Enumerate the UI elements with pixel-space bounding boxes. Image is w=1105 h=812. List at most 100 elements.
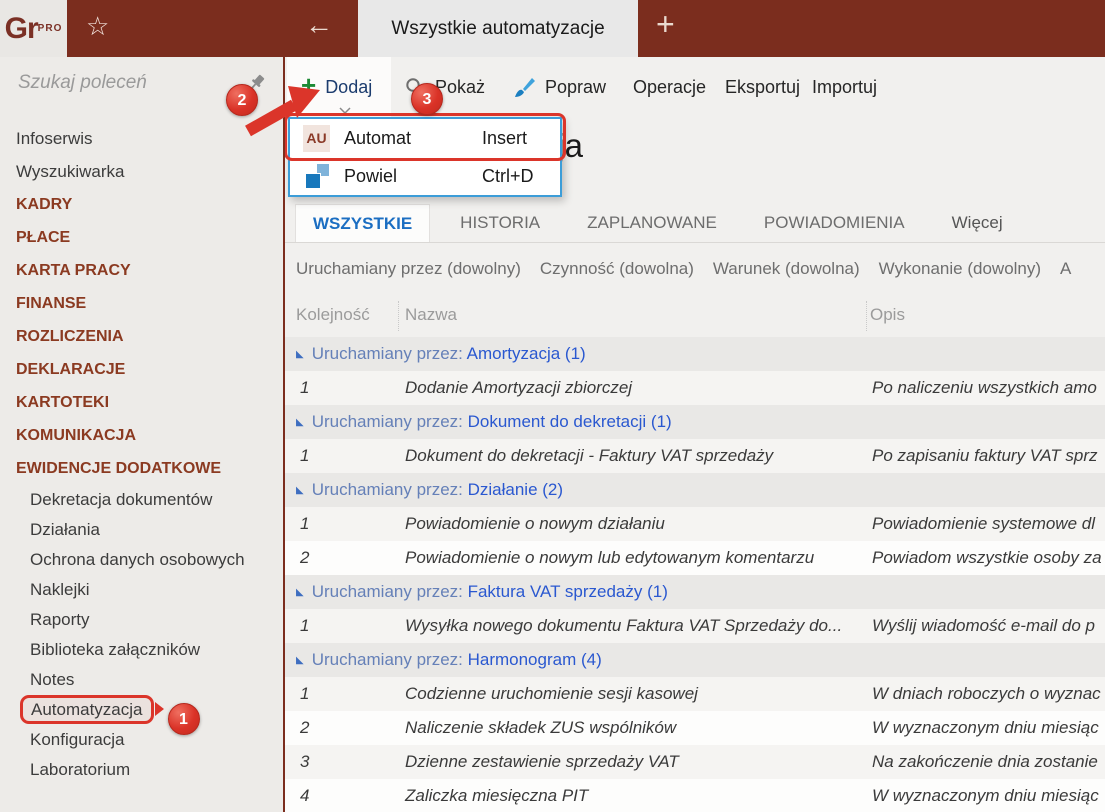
pin-icon[interactable] <box>248 73 267 92</box>
collapse-triangle-icon[interactable]: ◣ <box>296 485 304 496</box>
filter-czynność-dowolna-[interactable]: Czynność (dowolna) <box>540 259 694 278</box>
sidebar-item-label: PŁACE <box>16 229 70 246</box>
sidebar-item-laboratorium[interactable]: Laboratorium <box>0 755 283 785</box>
sidebar-item-rozliczenia[interactable]: ROZLICZENIA <box>0 320 283 353</box>
table-row[interactable]: 1Dodanie Amortyzacji zbiorczejPo nalicze… <box>285 371 1105 405</box>
back-arrow-icon[interactable]: ← <box>305 9 333 41</box>
menu-item-powiel[interactable]: Powiel Ctrl+D <box>290 157 560 195</box>
filter-a[interactable]: A <box>1060 259 1071 278</box>
cell-desc: Po zapisaniu faktury VAT sprz <box>872 439 1098 473</box>
search-input[interactable] <box>16 71 236 95</box>
group-header-działanie[interactable]: ◣Uruchamiany przez: Działanie (2) <box>285 473 1105 507</box>
tab-historia[interactable]: HISTORIA <box>443 204 557 242</box>
sidebar-menu: Infoserwis Wyszukiwarka KADRY PŁACE KARTA PR… <box>0 122 283 785</box>
cell-desc: W dniach roboczych o wyznac <box>872 677 1101 711</box>
sidebar-item-deklaracje[interactable]: DEKLARACJE <box>0 353 283 386</box>
cell-order: 1 <box>300 677 309 711</box>
group-header-harmonogram[interactable]: ◣Uruchamiany przez: Harmonogram (4) <box>285 643 1105 677</box>
sidebar-item-label: FINANSE <box>16 295 86 312</box>
sidebar-item-label: Biblioteka załączników <box>30 640 200 659</box>
sidebar-item-naklejki[interactable]: Naklejki <box>0 575 283 605</box>
add-dropdown-menu: AU Automat Insert Powiel Ctrl+D <box>288 117 562 197</box>
collapse-triangle-icon[interactable]: ◣ <box>296 349 304 360</box>
group-header-faktura-vat-sprzedaży[interactable]: ◣Uruchamiany przez: Faktura VAT sprzedaż… <box>285 575 1105 609</box>
sidebar-item-kartoteki[interactable]: KARTOTEKI <box>0 386 283 419</box>
import-button[interactable]: Importuj <box>812 57 877 117</box>
table-row[interactable]: 1 Codzienne uruchomienie sesji kasowej W d… <box>285 677 1105 711</box>
group-value: Dokument do dekretacji (1) <box>468 412 672 431</box>
column-separator <box>866 301 867 331</box>
tab-powiadomienia[interactable]: POWIADOMIENIA <box>747 204 922 242</box>
show-button[interactable]: Pokaż <box>405 57 485 117</box>
sidebar-item-działania[interactable]: Działania <box>0 515 283 545</box>
cell-desc: W wyznaczonym dniu miesiąc <box>872 711 1099 745</box>
cell-name: Powiadomienie o nowym lub edytowanym kom… <box>405 541 814 575</box>
tab-więcej[interactable]: Więcej <box>935 204 1020 242</box>
sidebar-item-automatyzacja[interactable]: Automatyzacja1 <box>0 695 283 725</box>
cell-order: 2 <box>300 541 309 575</box>
sidebar-item-label: Laboratorium <box>30 760 130 779</box>
sidebar-item-karta-pracy[interactable]: KARTA PRACY <box>0 254 283 287</box>
edit-button[interactable]: Popraw <box>513 57 606 117</box>
sidebar-item-konfiguracja[interactable]: Konfiguracja <box>0 725 283 755</box>
sidebar-item-label: Naklejki <box>30 580 90 599</box>
cell-order: 1 <box>300 439 309 473</box>
table-row[interactable]: 2Naliczenie składek ZUS wspólnikówW wyzn… <box>285 711 1105 745</box>
duplicate-icon <box>303 163 330 190</box>
table-row[interactable]: 4Zaliczka miesięczna PITW wyznaczonym dn… <box>285 779 1105 812</box>
cell-desc: W wyznaczonym dniu miesiąc <box>872 779 1099 812</box>
sidebar-item-label: Ochrona danych osobowych <box>30 550 245 569</box>
table-row[interactable]: 2 Powiadomienie o nowym lub edytowanym ko… <box>285 541 1105 575</box>
cell-desc: Po naliczeniu wszystkich amo <box>872 371 1097 405</box>
window-tab[interactable]: Wszystkie automatyzacje <box>358 0 638 57</box>
table-row[interactable]: 1Wysyłka nowego dokumentu Faktura VAT Sp… <box>285 609 1105 643</box>
sidebar-item-biblioteka-załączników[interactable]: Biblioteka załączników <box>0 635 283 665</box>
window-tab-title: Wszystkie automatyzacje <box>391 18 604 40</box>
collapse-triangle-icon[interactable]: ◣ <box>296 655 304 666</box>
sidebar-item-label: Wyszukiwarka <box>16 162 124 181</box>
app-logo-text: Gr <box>5 12 38 46</box>
sidebar-item-ochrona-danych-osobowych[interactable]: Ochrona danych osobowych <box>0 545 283 575</box>
collapse-triangle-icon[interactable]: ◣ <box>296 587 304 598</box>
favorites-star-icon[interactable]: ☆ <box>86 11 109 42</box>
column-header-desc[interactable]: Opis <box>870 305 905 325</box>
tab-zaplanowane[interactable]: ZAPLANOWANE <box>570 204 734 242</box>
sidebar-item-kadry[interactable]: KADRY <box>0 188 283 221</box>
group-header-dokument-do-dekretacji[interactable]: ◣Uruchamiany przez: Dokument do dekretac… <box>285 405 1105 439</box>
sidebar-item-komunikacja[interactable]: KOMUNIKACJA <box>0 419 283 452</box>
group-prefix: Uruchamiany przez: <box>312 582 468 601</box>
new-tab-plus-icon[interactable]: + <box>656 6 675 43</box>
filter-uruchamiany-przez-dowolny-[interactable]: Uruchamiany przez (dowolny) <box>296 259 521 278</box>
column-header-name[interactable]: Nazwa <box>405 305 457 325</box>
collapse-triangle-icon[interactable]: ◣ <box>296 417 304 428</box>
filter-wykonanie-dowolny-[interactable]: Wykonanie (dowolny) <box>879 259 1041 278</box>
sidebar-item-wyszukiwarka[interactable]: Wyszukiwarka <box>0 155 283 188</box>
add-plus-icon: + <box>301 72 316 98</box>
table-row[interactable]: 1Powiadomienie o nowym działaniuPowiadom… <box>285 507 1105 541</box>
menu-item-automat[interactable]: AU Automat Insert <box>290 119 560 157</box>
sidebar-item-płace[interactable]: PŁACE <box>0 221 283 254</box>
filter-warunek-dowolna-[interactable]: Warunek (dowolna) <box>713 259 860 278</box>
magnifier-icon <box>405 77 426 98</box>
sidebar-item-infoserwis[interactable]: Infoserwis <box>0 122 283 155</box>
cell-name: Powiadomienie o nowym działaniu <box>405 507 665 541</box>
cell-name: Codzienne uruchomienie sesji kasowej <box>405 677 698 711</box>
table-row[interactable]: 3Dzienne zestawienie sprzedaży VATNa zak… <box>285 745 1105 779</box>
operations-button[interactable]: Operacje <box>633 57 706 117</box>
sidebar-item-ewidencje-dodatkowe[interactable]: EWIDENCJE DODATKOWE <box>0 452 283 485</box>
tab-wszystkie[interactable]: WSZYSTKIE <box>295 204 430 242</box>
menu-item-label: Automat <box>344 128 411 149</box>
table-row[interactable]: 1Dokument do dekretacji - Faktury VAT sp… <box>285 439 1105 473</box>
sidebar-item-dekretacja-dokumentów[interactable]: Dekretacja dokumentów <box>0 485 283 515</box>
sidebar-item-finanse[interactable]: FINANSE <box>0 287 283 320</box>
cell-desc: Powiadomienie systemowe dl <box>872 507 1095 541</box>
column-separator <box>398 301 399 331</box>
column-header-order[interactable]: Kolejność <box>296 305 370 325</box>
command-search <box>0 57 283 109</box>
group-header-amortyzacja[interactable]: ◣Uruchamiany przez: Amortyzacja (1) <box>285 337 1105 371</box>
sidebar-item-notes[interactable]: Notes <box>0 665 283 695</box>
chevron-down-icon[interactable] <box>339 107 351 114</box>
sidebar-item-raporty[interactable]: Raporty <box>0 605 283 635</box>
add-button[interactable]: + Dodaj <box>287 57 391 117</box>
export-button[interactable]: Eksportuj <box>725 57 800 117</box>
